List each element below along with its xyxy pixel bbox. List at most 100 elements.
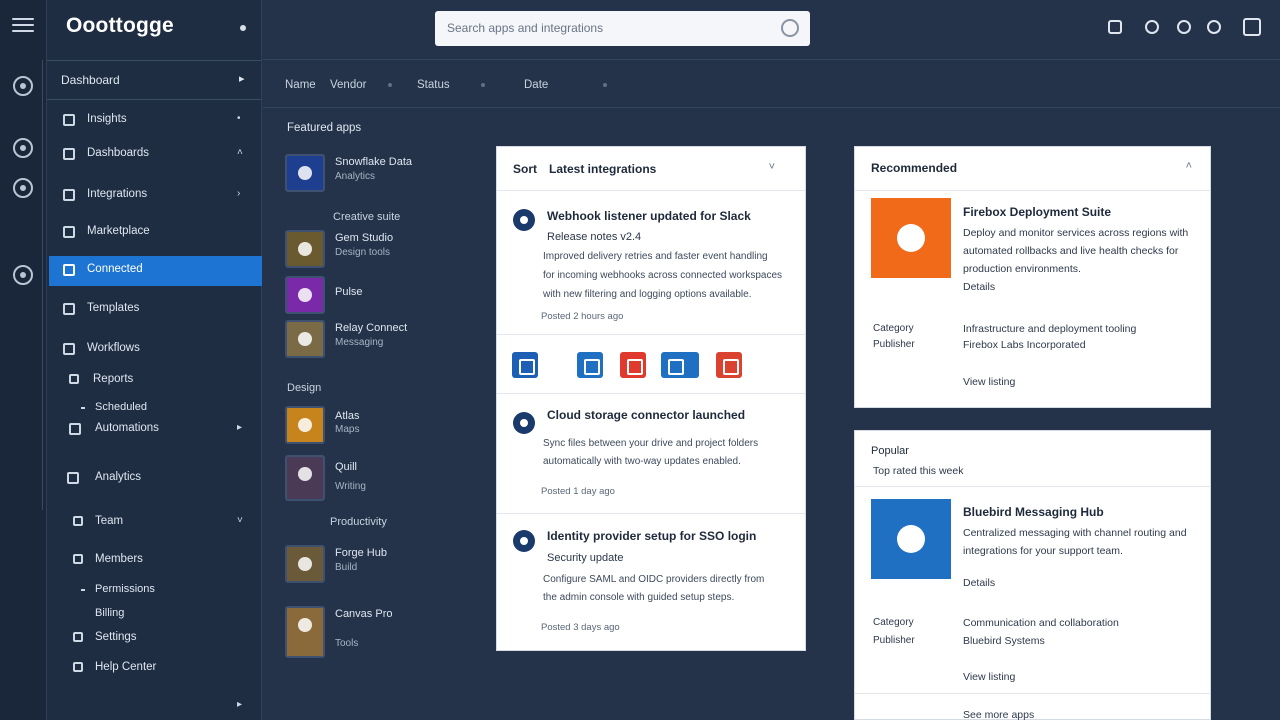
post-title: Cloud storage connector launched	[547, 408, 746, 422]
sidebar-section-header[interactable]: Dashboard ▸	[47, 60, 262, 100]
sidebar-item-team[interactable]: Team ˅	[49, 508, 262, 538]
chevron-icon: ▸	[239, 73, 245, 85]
sidebar-item-templates[interactable]: Templates	[49, 295, 262, 325]
detail-value: Firebox Labs Incorporated	[963, 339, 1086, 351]
chevron-icon: ▸	[237, 699, 243, 710]
post-item[interactable]: Identity provider setup for SSO login Se…	[497, 514, 805, 650]
detail-key: Category	[873, 617, 914, 628]
filter-bar: Name Vendor Status Date	[263, 60, 1280, 108]
view-listing-link[interactable]: View listing	[963, 671, 1015, 683]
sidebar-item-integrations[interactable]: Integrations ›	[49, 181, 262, 211]
sidebar-item-more[interactable]: ▸	[49, 692, 262, 720]
brand-menu-icon[interactable]	[240, 25, 246, 31]
bullet-icon	[81, 589, 85, 591]
sidebar-item-members[interactable]: Members	[49, 546, 262, 576]
clock-icon[interactable]	[13, 265, 33, 285]
separator-dot	[603, 83, 607, 87]
chevron-icon: ›	[237, 188, 241, 199]
sidebar-item-label: Templates	[87, 302, 140, 314]
sidebar-item-dashboards[interactable]: Dashboards ˄	[49, 140, 262, 170]
sidebar-item-insights[interactable]: Insights •	[49, 106, 262, 136]
rail-divider	[42, 60, 43, 510]
sort-label[interactable]: Sort	[513, 162, 537, 176]
divider	[855, 693, 1210, 694]
post-meta: Posted 1 day ago	[541, 486, 615, 497]
help-icon[interactable]	[1177, 20, 1191, 34]
sidebar-item-label: Settings	[95, 631, 137, 643]
sidebar-item-label: Connected	[87, 263, 143, 275]
card-title: Recommended	[871, 161, 958, 175]
firebox-logo[interactable]	[871, 198, 951, 278]
filter-name[interactable]: Name	[285, 79, 316, 91]
search-icon[interactable]	[781, 19, 799, 37]
sidebar-item-workflows[interactable]: Workflows	[49, 335, 262, 365]
avatar	[513, 412, 535, 434]
app-name: Canvas Pro	[335, 608, 393, 620]
activity-icon[interactable]	[13, 138, 33, 158]
share-twitter-button[interactable]	[661, 352, 699, 378]
sidebar-item-help-center[interactable]: Help Center	[49, 654, 262, 684]
sidebar-item-analytics[interactable]: Analytics	[49, 464, 262, 494]
app-name: Gem Studio	[335, 232, 394, 244]
notification-icon[interactable]	[1145, 20, 1159, 34]
detail-key: Category	[873, 323, 914, 334]
app-group-label: Creative suite	[333, 211, 401, 223]
filter-date[interactable]: Date	[524, 79, 548, 91]
doc-icon	[63, 148, 75, 160]
chevron-up-icon[interactable]: ˄	[1186, 160, 1192, 172]
menu-icon[interactable]	[12, 14, 34, 36]
sidebar-item-settings[interactable]: Settings	[49, 624, 262, 654]
bookmark-icon[interactable]	[1108, 20, 1122, 34]
post-subtitle: Security update	[547, 552, 624, 564]
app-heading[interactable]: Bluebird Messaging Hub	[963, 505, 1104, 519]
settings-icon[interactable]	[1207, 20, 1221, 34]
sidebar-item-label: Integrations	[87, 188, 148, 200]
app-desc: Analytics	[335, 171, 376, 182]
app-name: Atlas	[335, 410, 360, 422]
post-line: Improved delivery retries and faster eve…	[543, 251, 768, 262]
share-email-button[interactable]	[716, 352, 742, 378]
sidebar-item-reports[interactable]: Reports	[49, 366, 262, 396]
post-meta: Posted 2 hours ago	[541, 311, 624, 322]
app-thumbnail	[285, 406, 325, 444]
card-title: Latest integrations	[549, 162, 657, 176]
sidebar-item-label: Permissions	[95, 583, 155, 595]
apps-icon[interactable]	[13, 76, 33, 96]
chevron-icon: •	[237, 113, 241, 124]
post-item[interactable]: Webhook listener updated for Slack Relea…	[497, 191, 805, 336]
sidebar-item-connected[interactable]: Connected	[49, 256, 262, 286]
sidebar-item-marketplace[interactable]: Marketplace	[49, 218, 262, 248]
details-label: Details	[963, 577, 996, 589]
doc-icon	[73, 516, 83, 526]
app-desc: Build	[335, 562, 358, 573]
filter-vendor[interactable]: Vendor	[330, 79, 366, 91]
post-item[interactable]: Cloud storage connector launched Sync fi…	[497, 394, 805, 514]
bluebird-logo[interactable]	[871, 499, 951, 579]
sidebar-item-label: Scheduled	[95, 401, 147, 413]
app-desc: Writing	[335, 481, 366, 492]
chevron-down-icon[interactable]: ˅	[769, 161, 775, 173]
doc-icon	[69, 374, 79, 384]
view-listing-link[interactable]: View listing	[963, 376, 1015, 388]
detail-value: Communication and collaboration	[963, 617, 1119, 629]
doc-icon	[63, 226, 75, 238]
sidebar-item-automations[interactable]: Automations ▸	[49, 415, 262, 445]
share-facebook-button[interactable]	[577, 352, 603, 378]
settings-icon[interactable]	[13, 178, 33, 198]
app-name: Quill	[335, 461, 358, 473]
brand-logo[interactable]: Ooottogge	[66, 14, 174, 38]
see-more-link[interactable]: See more apps	[963, 709, 1034, 720]
filter-status[interactable]: Status	[417, 79, 450, 91]
bullet-icon	[81, 407, 85, 409]
share-linkedin-button[interactable]	[512, 352, 538, 378]
card-subtitle: Top rated this week	[873, 465, 964, 477]
doc-icon	[63, 189, 75, 201]
search-input[interactable]: Search apps and integrations	[435, 11, 810, 46]
share-pinterest-button[interactable]	[620, 352, 646, 378]
icon-rail	[0, 0, 47, 720]
profile-icon[interactable]	[1243, 18, 1261, 36]
sidebar-item-label: Marketplace	[87, 225, 150, 237]
app-heading[interactable]: Firebox Deployment Suite	[963, 205, 1111, 219]
doc-icon	[63, 343, 75, 355]
avatar	[513, 530, 535, 552]
